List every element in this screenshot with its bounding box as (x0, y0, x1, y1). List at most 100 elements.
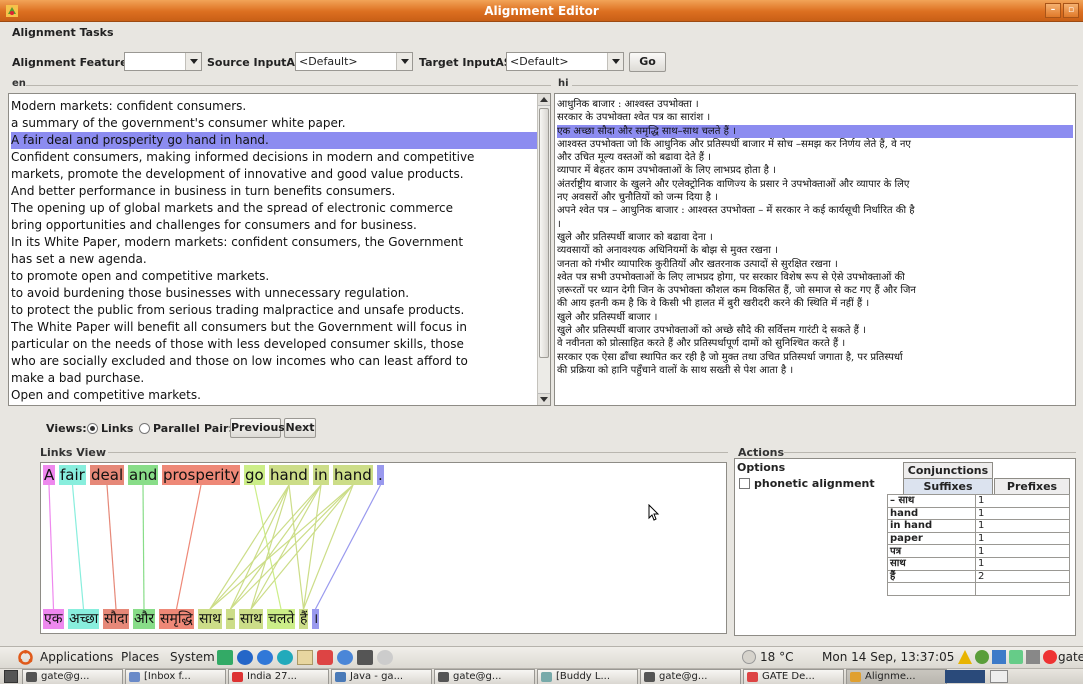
table-row[interactable]: hand 1 (887, 506, 1070, 521)
sentence-line[interactable]: The White Paper will benefit all consume… (11, 319, 548, 336)
target-token[interactable]: सौदा (103, 609, 130, 629)
alignment-link[interactable] (175, 484, 202, 610)
target-text-pane[interactable]: आधुनिक बाजार : आश्वस्त उपभोक्ता । सरकार क… (554, 93, 1076, 406)
suffix-key-cell[interactable]: in hand (887, 519, 976, 533)
camera-launcher-icon[interactable] (377, 650, 393, 665)
terminal-launcher-icon[interactable] (217, 650, 233, 665)
sentence-line[interactable]: Open and competitive markets are the bes… (11, 404, 548, 405)
highlighted-sentence[interactable]: A fair deal and prosperity go hand in ha… (11, 132, 548, 149)
weather-temperature[interactable]: 18 °C (760, 650, 793, 664)
sentence-line[interactable]: खुले और प्रतिस्पर्धी बाजार को बढावा देना… (557, 231, 1073, 244)
suffix-key-cell[interactable]: पत्र (887, 544, 976, 558)
target-token[interactable]: – (226, 609, 235, 629)
sentence-line[interactable]: वे नवीनता को प्रोत्साहित करते हैं और प्र… (557, 337, 1073, 350)
target-token[interactable]: हैं (299, 609, 309, 629)
sentence-line[interactable]: । (557, 218, 1073, 231)
alignment-link[interactable] (48, 484, 55, 610)
table-row[interactable]: हैं 2 (887, 569, 1070, 584)
sentence-line[interactable]: की प्रक्रिया को हानि पहुँचाने वालों के स… (557, 364, 1073, 377)
menu-system[interactable]: System (170, 650, 215, 664)
source-token[interactable]: A (43, 465, 56, 485)
taskbar-window-button[interactable]: gate@g... (22, 669, 123, 684)
radio-unselected-icon[interactable] (139, 423, 150, 434)
sentence-line[interactable]: सरकार एक ऐसा ढाँचा स्थापित कर रही है जो … (557, 351, 1073, 364)
mail-icon[interactable] (992, 650, 1006, 664)
sentence-line[interactable]: The opening up of global markets and the… (11, 200, 548, 217)
table-row[interactable]: in hand 1 (887, 519, 1070, 533)
maximize-button[interactable]: ▫ (1063, 3, 1079, 18)
sentence-line[interactable]: markets, promote the development of inno… (11, 166, 548, 183)
alignment-link[interactable] (142, 484, 145, 610)
suffix-key-cell[interactable]: hand (887, 506, 976, 521)
target-token[interactable]: और (133, 609, 156, 629)
sentence-line[interactable]: अंतर्राष्ट्रीय बाजार के खुलने और एलेक्ट्… (557, 178, 1073, 191)
alignment-link[interactable] (314, 484, 382, 610)
suffix-key-cell[interactable]: हैं (887, 569, 976, 584)
source-token[interactable]: . (377, 465, 384, 485)
source-token[interactable]: prosperity (162, 465, 241, 485)
tab-prefixes[interactable]: Prefixes (994, 478, 1070, 495)
sentence-line[interactable]: In its White Paper, modern markets: conf… (11, 234, 548, 251)
highlighted-sentence[interactable]: एक अच्छा सौदा और समृद्धि साथ–साथ चलते है… (557, 124, 1073, 138)
source-token[interactable]: go (244, 465, 265, 485)
target-token[interactable]: साथ (239, 609, 264, 629)
chat-launcher-icon[interactable] (337, 650, 353, 665)
sentence-line[interactable]: आश्वस्त उपभोक्ता जो कि आधुनिक और प्रतिस्… (557, 138, 1073, 151)
user-name[interactable]: gate (1058, 650, 1083, 664)
sentence-line[interactable]: to protect the public from serious tradi… (11, 302, 548, 319)
source-scrollbar[interactable] (537, 94, 550, 405)
table-row[interactable]: – साथ 1 (887, 494, 1070, 508)
alignment-link[interactable] (302, 484, 322, 610)
source-token[interactable]: deal (90, 465, 125, 485)
sentence-line[interactable]: सरकार के उपभोक्ता श्वेत पत्र का सारांश । (557, 111, 1073, 124)
suffix-count-cell[interactable]: 1 (975, 556, 1070, 571)
alignment-link[interactable] (209, 484, 322, 610)
firefox-launcher-icon[interactable] (237, 650, 253, 665)
chevron-down-icon[interactable] (396, 53, 412, 70)
table-row[interactable]: paper 1 (887, 531, 1070, 546)
radio-selected-icon[interactable] (87, 423, 98, 434)
source-inputas-select[interactable]: <Default> (295, 52, 413, 71)
sentence-line[interactable]: to promote open and competitive markets. (11, 268, 548, 285)
scroll-down-arrow-icon[interactable] (538, 393, 550, 405)
source-token[interactable]: fair (59, 465, 86, 485)
alignment-link[interactable] (230, 484, 322, 610)
table-row[interactable] (887, 582, 1070, 596)
taskbar-window-button[interactable]: Alignme... (846, 669, 947, 684)
trash-icon[interactable] (990, 670, 1008, 683)
sentence-line[interactable]: श्वेत पत्र सभी उपभोक्ताओं के लिए लाभप्रद… (557, 271, 1073, 284)
sentence-line[interactable]: Modern markets: confident consumers. (11, 98, 548, 115)
sentence-line[interactable]: who are socially excluded and those on l… (11, 353, 548, 370)
taskbar-window-button[interactable]: gate@g... (434, 669, 535, 684)
target-token[interactable]: चलते (267, 609, 296, 629)
menu-places[interactable]: Places (121, 650, 159, 664)
target-token[interactable]: । (312, 609, 320, 629)
scroll-thumb[interactable] (539, 108, 549, 358)
sentence-line[interactable]: व्यापार में बेहतर काम उपभोक्ताओं के लिए … (557, 164, 1073, 177)
sentence-line[interactable]: खुले और प्रतिस्पर्धी बाजार । (557, 311, 1073, 324)
suffix-key-cell[interactable] (887, 582, 976, 596)
sentence-line[interactable]: Open and competitive markets. (11, 387, 548, 404)
taskbar-window-button[interactable]: Java - ga... (331, 669, 432, 684)
go-button[interactable]: Go (629, 52, 666, 72)
target-token[interactable]: अच्छा (68, 609, 100, 629)
links-radio[interactable]: Links (87, 422, 133, 435)
monitor-launcher-icon[interactable] (357, 650, 373, 665)
suffix-count-cell[interactable]: 1 (975, 494, 1070, 508)
scroll-up-arrow-icon[interactable] (538, 94, 550, 106)
sentence-line[interactable]: ज़रूरतों पर ध्यान देगी जिन के उपभोक्ता क… (557, 284, 1073, 297)
sentence-line[interactable]: has set a new agenda. (11, 251, 548, 268)
workspace-switcher[interactable] (945, 670, 985, 683)
source-text-pane[interactable]: Modern markets: confident consumers. a su… (8, 93, 551, 406)
show-desktop-icon[interactable] (4, 670, 18, 683)
suffix-count-cell[interactable]: 1 (975, 519, 1070, 533)
source-token[interactable]: and (128, 465, 159, 485)
sentence-line[interactable]: to avoid burdening those businesses with… (11, 285, 548, 302)
checkbox-icon[interactable] (739, 478, 750, 489)
alignment-link[interactable] (250, 484, 290, 610)
menu-alignment-tasks[interactable]: Alignment Tasks (12, 26, 114, 39)
target-inputas-select[interactable]: <Default> (506, 52, 624, 71)
suffix-count-cell[interactable]: 1 (975, 531, 1070, 546)
target-token[interactable]: समृद्धि (159, 609, 194, 629)
taskbar-window-button[interactable]: [Buddy L... (537, 669, 638, 684)
